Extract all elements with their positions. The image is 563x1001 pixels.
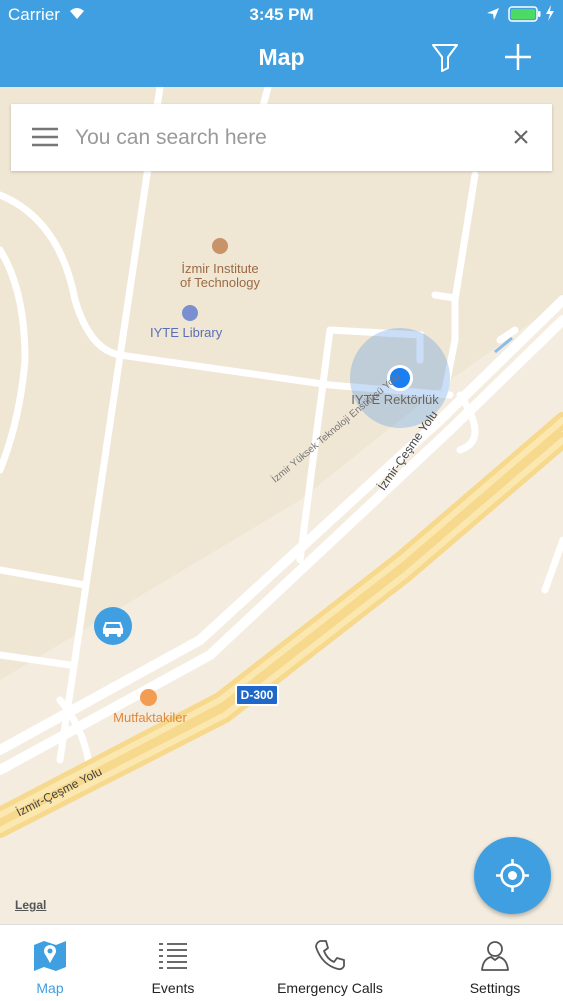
institute-label-line2: of Technology <box>180 275 260 290</box>
tab-map[interactable]: Map <box>0 925 100 1001</box>
tab-emergency-calls[interactable]: Emergency Calls <box>260 925 400 1001</box>
tab-map-label: Map <box>36 980 64 996</box>
location-arrow-icon <box>486 6 500 26</box>
car-icon[interactable] <box>94 607 132 645</box>
restaurant-pin-icon[interactable] <box>140 689 157 706</box>
battery-icon <box>508 6 542 27</box>
map-canvas <box>0 87 563 924</box>
legal-link[interactable]: Legal <box>15 898 46 912</box>
highway-shield: D-300 <box>235 684 279 706</box>
user-icon <box>477 937 513 978</box>
phone-icon <box>312 937 348 978</box>
clock-time: 3:45 PM <box>249 5 314 24</box>
tab-events-label: Events <box>151 980 195 996</box>
library-label: IYTE Library <box>150 325 223 340</box>
plus-icon <box>505 44 531 70</box>
locate-me-button[interactable] <box>474 837 551 914</box>
nav-header: Carrier 3:45 PM Map <box>0 0 563 87</box>
tab-settings-label: Settings <box>469 980 521 996</box>
institute-label-line1: İzmir Institute <box>181 261 259 276</box>
institute-pin-icon[interactable] <box>212 238 228 254</box>
charging-bolt-icon <box>545 5 555 26</box>
status-bar: Carrier 3:45 PM <box>0 0 563 30</box>
hamburger-icon <box>32 127 58 147</box>
tab-bar: Map Events Emergency Calls Settings <box>0 924 563 1001</box>
search-input[interactable] <box>73 118 497 158</box>
institute-label: İzmir Institute of Technology <box>160 262 280 290</box>
add-button[interactable] <box>501 40 535 74</box>
tab-events[interactable]: Events <box>118 925 228 1001</box>
map-icon <box>32 937 68 978</box>
clear-search-button[interactable] <box>511 127 531 147</box>
page-title: Map <box>258 44 305 70</box>
tab-settings[interactable]: Settings <box>445 925 545 1001</box>
search-bar <box>11 104 552 171</box>
tab-emergency-calls-label: Emergency Calls <box>277 980 383 996</box>
map-view[interactable]: İzmir Institute of Technology IYTE Libra… <box>0 87 563 924</box>
crosshair-icon <box>496 859 529 892</box>
close-icon <box>514 130 528 144</box>
filter-button[interactable] <box>428 40 462 74</box>
menu-button[interactable] <box>31 126 59 148</box>
list-icon <box>155 937 191 978</box>
filter-icon <box>432 44 458 72</box>
restaurant-label: Mutfaktakiler <box>113 710 187 725</box>
library-pin-icon[interactable] <box>182 305 198 321</box>
